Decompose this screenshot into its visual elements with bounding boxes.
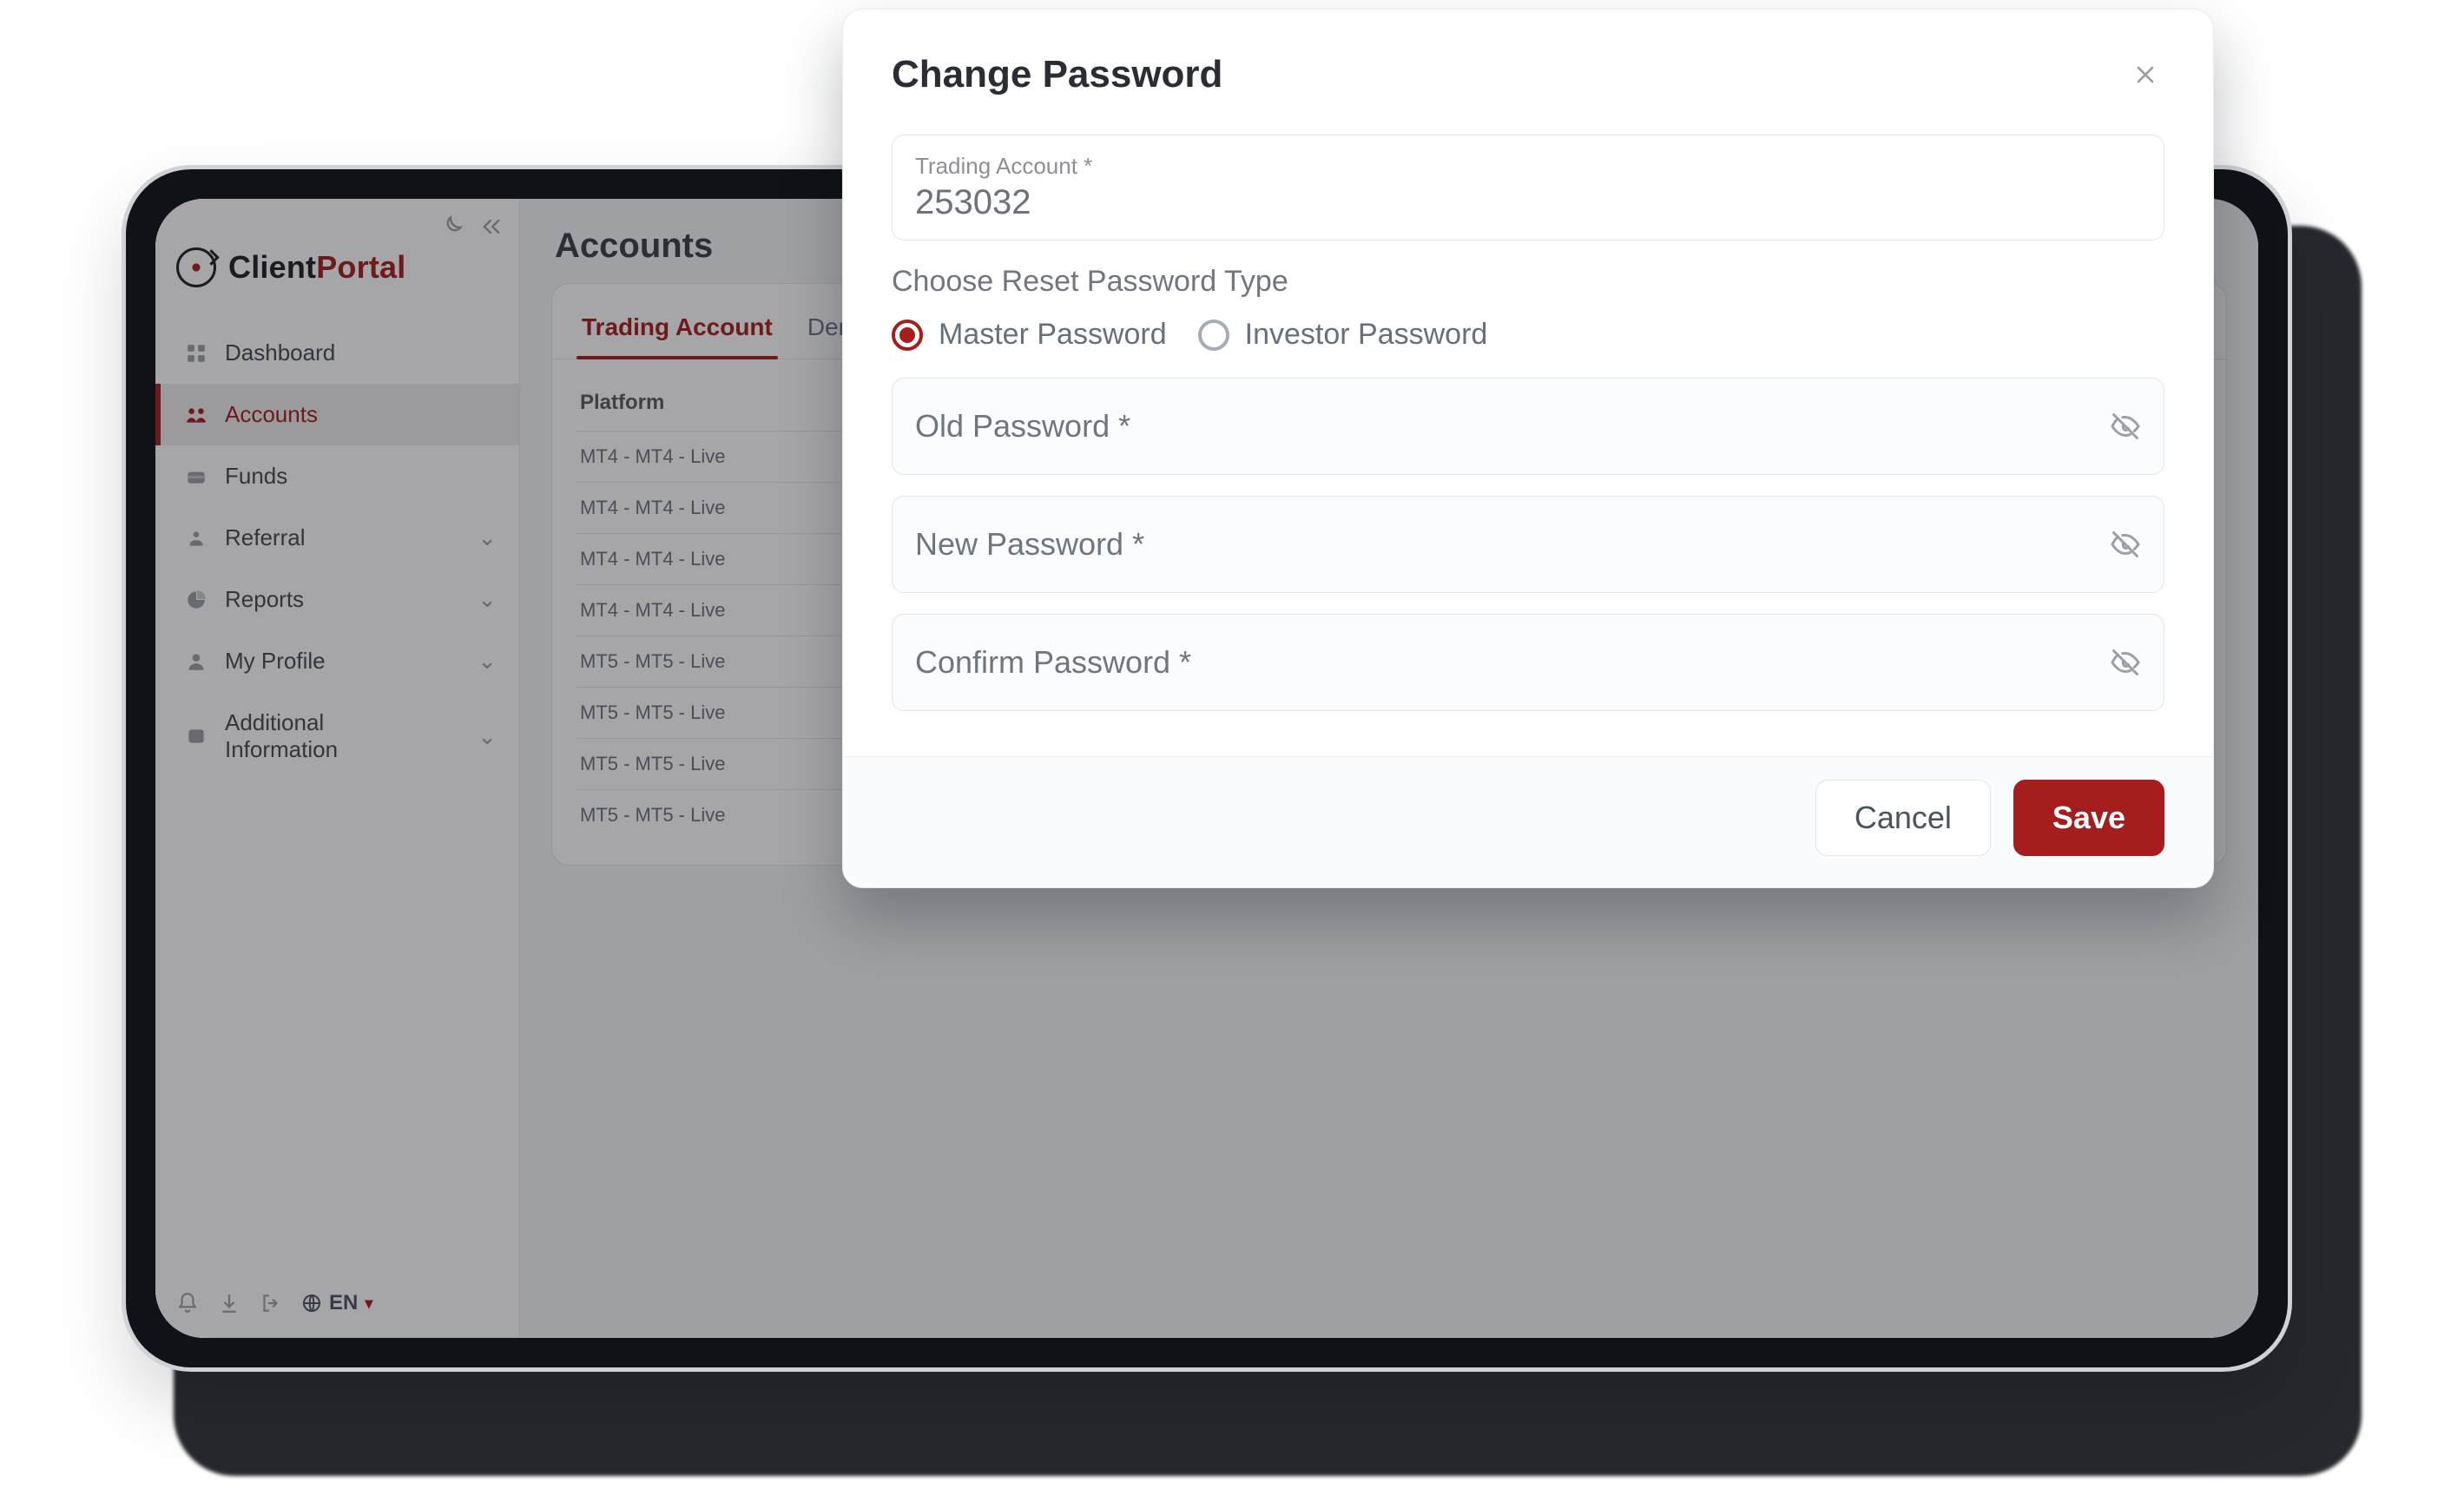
chevron-down-icon: ⌄ xyxy=(478,586,497,613)
sidebar: ClientPortal Dashboard xyxy=(155,199,520,1338)
radio-master-password[interactable]: Master Password xyxy=(892,318,1167,352)
sidebar-item-label: My Profile xyxy=(225,648,326,675)
brand-text-left: Client xyxy=(228,249,316,285)
sidebar-item-funds[interactable]: Funds xyxy=(155,445,519,507)
modal-title: Change Password xyxy=(892,53,1222,96)
logout-icon[interactable] xyxy=(260,1292,282,1314)
sidebar-item-dashboard[interactable]: Dashboard xyxy=(155,322,519,384)
sidebar-item-label: Referral xyxy=(225,524,305,551)
new-password-input[interactable]: New Password * xyxy=(892,496,2164,593)
sidebar-item-label: Dashboard xyxy=(225,339,335,366)
referral-icon xyxy=(183,525,209,551)
sidebar-nav: Dashboard Accounts Funds xyxy=(155,322,519,781)
trading-account-label: Trading Account * xyxy=(915,153,2141,180)
radio-label: Master Password xyxy=(939,318,1167,352)
chevron-down-icon: ⌄ xyxy=(478,648,497,675)
sidebar-item-accounts[interactable]: Accounts xyxy=(155,384,519,445)
change-password-modal: Change Password Trading Account * 253032… xyxy=(842,9,2214,888)
input-placeholder: New Password * xyxy=(915,526,1144,563)
trading-account-value: 253032 xyxy=(915,183,2141,222)
download-icon[interactable] xyxy=(218,1292,240,1314)
sidebar-item-label: Additional Information xyxy=(225,709,399,763)
radio-label: Investor Password xyxy=(1245,318,1488,352)
brand-text-right: Portal xyxy=(316,249,405,285)
chevron-down-icon: ⌄ xyxy=(478,524,497,551)
tab-trading-account[interactable]: Trading Account xyxy=(576,300,778,359)
radio-investor-password[interactable]: Investor Password xyxy=(1198,318,1488,352)
dashboard-icon xyxy=(183,340,209,366)
globe-icon xyxy=(301,1293,322,1314)
eye-off-icon[interactable] xyxy=(2110,529,2141,560)
radio-dot-icon xyxy=(892,320,923,351)
sidebar-item-reports[interactable]: Reports ⌄ xyxy=(155,569,519,630)
sidebar-footer: EN ▾ xyxy=(155,1275,519,1338)
reset-type-radios: Master Password Investor Password xyxy=(892,318,2164,352)
language-selector[interactable]: EN ▾ xyxy=(301,1291,372,1315)
save-button[interactable]: Save xyxy=(2013,780,2164,856)
reports-icon xyxy=(183,587,209,613)
close-icon[interactable] xyxy=(2126,56,2164,94)
radio-dot-icon xyxy=(1198,320,1229,351)
confirm-password-input[interactable]: Confirm Password * xyxy=(892,614,2164,711)
input-placeholder: Old Password * xyxy=(915,408,1130,445)
old-password-input[interactable]: Old Password * xyxy=(892,378,2164,475)
sidebar-item-referral[interactable]: Referral ⌄ xyxy=(155,507,519,569)
trading-account-field: Trading Account * 253032 xyxy=(892,135,2164,240)
funds-icon xyxy=(183,464,209,490)
info-icon xyxy=(183,723,209,749)
sidebar-item-label: Funds xyxy=(225,463,287,490)
eye-off-icon[interactable] xyxy=(2110,647,2141,678)
bell-icon[interactable] xyxy=(176,1292,199,1314)
sidebar-item-label: Reports xyxy=(225,586,304,613)
brand-logo-icon xyxy=(176,247,216,287)
sidebar-item-additional-information[interactable]: Additional Information ⌄ xyxy=(155,692,519,781)
sidebar-collapse-icon[interactable] xyxy=(479,214,504,239)
sidebar-item-label: Accounts xyxy=(225,401,318,428)
chevron-down-icon: ▾ xyxy=(365,1294,372,1313)
brand: ClientPortal xyxy=(155,242,519,306)
sidebar-item-profile[interactable]: My Profile ⌄ xyxy=(155,630,519,692)
cancel-button[interactable]: Cancel xyxy=(1815,780,1991,856)
profile-icon xyxy=(183,649,209,675)
input-placeholder: Confirm Password * xyxy=(915,644,1191,681)
reset-type-title: Choose Reset Password Type xyxy=(892,265,2164,299)
eye-off-icon[interactable] xyxy=(2110,411,2141,442)
chevron-down-icon: ⌄ xyxy=(478,723,497,750)
theme-toggle-icon[interactable] xyxy=(439,214,464,239)
language-label: EN xyxy=(329,1291,358,1315)
accounts-icon xyxy=(183,402,209,428)
